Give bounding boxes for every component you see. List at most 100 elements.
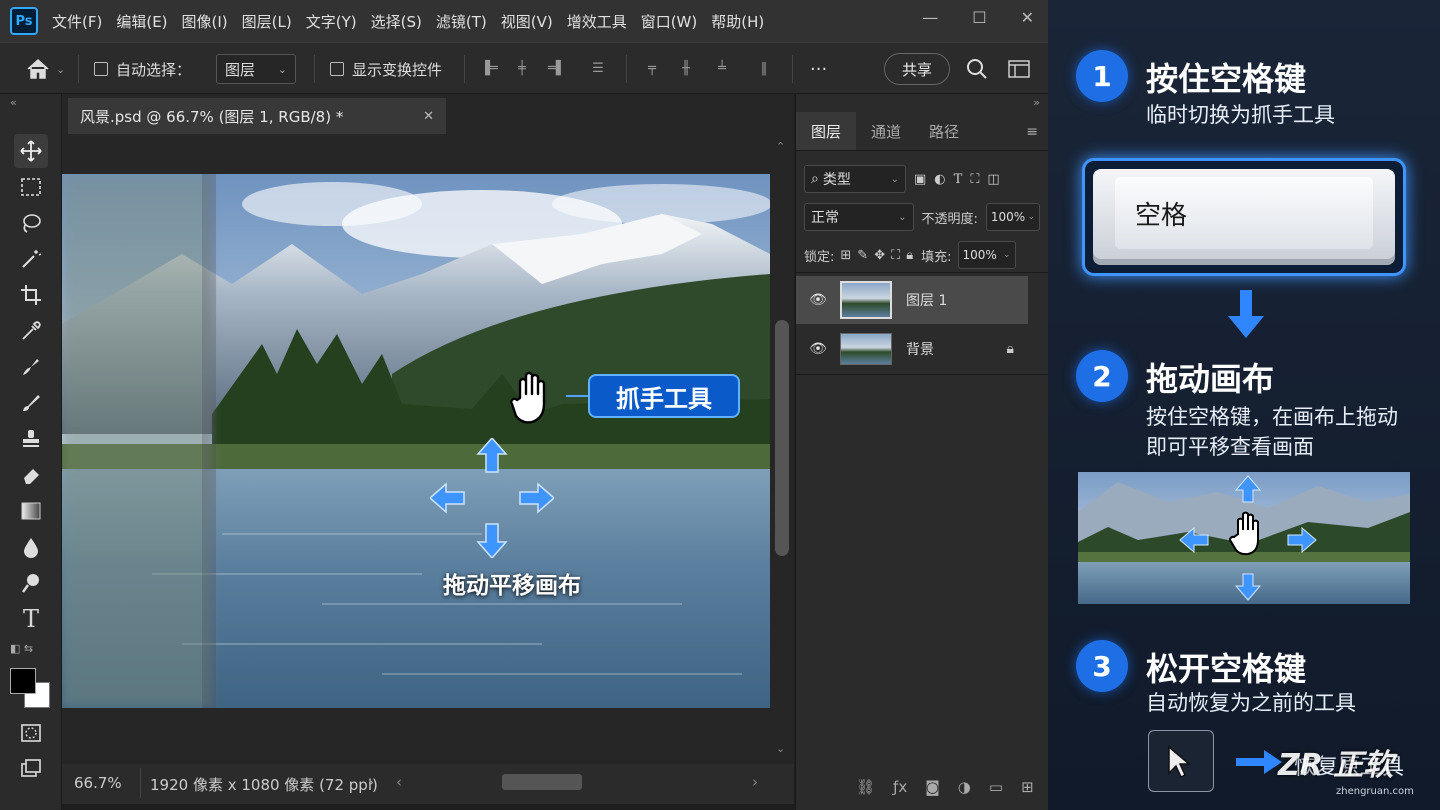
layer-name[interactable]: 图层 1 bbox=[906, 290, 947, 310]
type-tool-icon[interactable]: T bbox=[14, 602, 48, 636]
menu-layer[interactable]: 图层(L) bbox=[242, 11, 292, 32]
swap-colors-icon[interactable]: ◧ ⇆ bbox=[10, 642, 50, 662]
fill-input[interactable]: 100% ⌄ bbox=[957, 241, 1016, 269]
quick-mask-icon[interactable] bbox=[14, 716, 48, 750]
scroll-thumb[interactable] bbox=[775, 320, 789, 556]
eye-icon[interactable]: 👁︎ bbox=[796, 341, 840, 357]
filter-adjustment-icon[interactable]: ◐ bbox=[934, 172, 945, 187]
layer-style-icon[interactable]: ƒx bbox=[893, 778, 907, 796]
align-vcenter-icon[interactable]: ╫ bbox=[678, 61, 694, 77]
arrow-right-icon bbox=[1236, 750, 1282, 774]
menu-plugins[interactable]: 增效工具 bbox=[567, 11, 627, 32]
share-button[interactable]: 共享 bbox=[884, 53, 950, 85]
menu-help[interactable]: 帮助(H) bbox=[711, 11, 764, 32]
crop-tool-icon[interactable] bbox=[14, 278, 48, 312]
panel-menu-icon[interactable]: ≡ bbox=[1026, 124, 1038, 140]
menu-image[interactable]: 图像(I) bbox=[182, 11, 228, 32]
new-group-icon[interactable]: ▭ bbox=[989, 778, 1003, 796]
opacity-label: 不透明度: bbox=[921, 211, 978, 227]
layer-thumbnail bbox=[840, 333, 892, 365]
lock-artboard-icon[interactable]: ⛶ bbox=[891, 248, 900, 263]
menu-edit[interactable]: 编辑(E) bbox=[116, 11, 167, 32]
collapse-icon[interactable]: « bbox=[10, 96, 17, 109]
distribute-icon[interactable]: ☰ bbox=[590, 61, 606, 77]
new-layer-icon[interactable]: ⊞ bbox=[1021, 778, 1034, 796]
search-icon[interactable] bbox=[966, 43, 988, 95]
tab-channels[interactable]: 通道 bbox=[858, 112, 914, 150]
menu-file[interactable]: 文件(F) bbox=[52, 11, 102, 32]
scroll-left-icon[interactable]: ‹ bbox=[396, 773, 402, 791]
layer-row[interactable]: 👁︎ 背景 🔒︎ bbox=[796, 325, 1028, 373]
lock-all-icon[interactable]: 🔒︎ bbox=[906, 248, 913, 263]
scroll-right-icon[interactable]: › bbox=[752, 773, 758, 791]
lasso-tool-icon[interactable] bbox=[14, 206, 48, 240]
filter-shape-icon[interactable]: ⛶ bbox=[970, 172, 979, 187]
status-menu-chevron-icon[interactable]: › bbox=[368, 773, 374, 791]
magic-wand-icon[interactable] bbox=[14, 242, 48, 276]
menu-filter[interactable]: 滤镜(T) bbox=[436, 11, 487, 32]
blend-mode-dropdown[interactable]: 正常 ⌄ bbox=[804, 203, 914, 231]
canvas-area[interactable]: 抓手工具 拖动平移画布 bbox=[62, 134, 772, 764]
eye-icon[interactable]: 👁︎ bbox=[796, 292, 840, 308]
auto-select-dropdown[interactable]: 图层 ⌄ bbox=[216, 54, 296, 84]
eyedropper-icon[interactable] bbox=[14, 314, 48, 348]
show-transform-checkbox[interactable]: 显示变换控件 bbox=[330, 43, 442, 95]
filter-type-icon[interactable]: T bbox=[954, 172, 963, 187]
adjustment-layer-icon[interactable]: ◑ bbox=[958, 778, 971, 796]
minimize-button[interactable]: — bbox=[922, 8, 938, 27]
screen-mode-icon[interactable] bbox=[14, 752, 48, 786]
menu-window[interactable]: 窗口(W) bbox=[641, 11, 698, 32]
document-tab[interactable]: 风景.psd @ 66.7% (图层 1, RGB/8) * ✕ bbox=[68, 98, 446, 134]
dodge-tool-icon[interactable] bbox=[14, 566, 48, 600]
move-tool-icon[interactable] bbox=[14, 134, 48, 168]
gradient-tool-icon[interactable] bbox=[14, 494, 48, 528]
close-button[interactable]: ✕ bbox=[1021, 8, 1034, 27]
zoom-level[interactable]: 66.7% bbox=[74, 774, 122, 792]
align-left-icon[interactable]: ▐═ bbox=[480, 61, 498, 77]
menu-type[interactable]: 文字(Y) bbox=[306, 11, 357, 32]
brush-tool-icon[interactable] bbox=[14, 386, 48, 420]
document-tabs: 风景.psd @ 66.7% (图层 1, RGB/8) * ✕ bbox=[62, 94, 794, 134]
maximize-button[interactable]: ☐ bbox=[972, 8, 986, 27]
opacity-input[interactable]: 100% ⌄ bbox=[985, 203, 1040, 231]
step-2-desc-1: 按住空格键，在画布上拖动 bbox=[1146, 405, 1398, 429]
scroll-up-icon[interactable]: ⌃ bbox=[776, 140, 785, 153]
lock-image-icon[interactable]: ✎ bbox=[857, 248, 868, 263]
align-top-icon[interactable]: ╤ bbox=[644, 61, 660, 77]
auto-select-checkbox[interactable]: 自动选择： bbox=[94, 43, 191, 95]
layer-name[interactable]: 背景 bbox=[906, 339, 934, 359]
tab-paths[interactable]: 路径 bbox=[916, 112, 972, 150]
home-icon[interactable]: ⌄ bbox=[26, 43, 65, 95]
vertical-scrollbar[interactable]: ⌃ ⌄ bbox=[772, 134, 794, 764]
filter-smart-object-icon[interactable]: ◫ bbox=[987, 172, 999, 187]
align-bottom-icon[interactable]: ╧ bbox=[714, 61, 730, 77]
foreground-color-swatch[interactable] bbox=[10, 668, 36, 694]
healing-brush-icon[interactable] bbox=[14, 350, 48, 384]
close-tab-icon[interactable]: ✕ bbox=[423, 109, 434, 124]
panel-collapse-icon[interactable]: » bbox=[1033, 96, 1040, 109]
layer-row[interactable]: 👁︎ 图层 1 bbox=[796, 276, 1028, 324]
workspace-icon[interactable] bbox=[1008, 43, 1030, 95]
horizontal-scroll-thumb[interactable] bbox=[502, 774, 582, 790]
align-right-icon[interactable]: ═▌ bbox=[548, 61, 566, 77]
menu-select[interactable]: 选择(S) bbox=[371, 11, 422, 32]
marquee-tool-icon[interactable] bbox=[14, 170, 48, 204]
link-layers-icon[interactable]: ⛓︎ bbox=[856, 778, 875, 796]
callout-connector bbox=[566, 395, 590, 397]
lock-position-icon[interactable]: ✥ bbox=[874, 248, 885, 263]
blur-tool-icon[interactable] bbox=[14, 530, 48, 564]
more-options-button[interactable]: ··· bbox=[810, 43, 827, 95]
menu-view[interactable]: 视图(V) bbox=[501, 11, 553, 32]
add-mask-icon[interactable]: ◙ bbox=[925, 778, 940, 796]
lock-transparent-icon[interactable]: ⊞ bbox=[840, 248, 851, 263]
filter-pixel-icon[interactable]: ▣ bbox=[914, 172, 926, 187]
scroll-down-icon[interactable]: ⌄ bbox=[776, 742, 785, 755]
photoshop-logo[interactable]: Ps bbox=[10, 7, 38, 35]
distribute-vertical-icon[interactable]: ‖ bbox=[756, 61, 772, 77]
stamp-tool-icon[interactable] bbox=[14, 422, 48, 456]
tab-layers[interactable]: 图层 bbox=[796, 112, 856, 150]
eraser-icon[interactable] bbox=[14, 458, 48, 492]
layer-filter-dropdown[interactable]: ⌕ 类型 ⌄ bbox=[804, 165, 906, 193]
align-hcenter-icon[interactable]: ╪ bbox=[514, 61, 530, 77]
landscape-image[interactable] bbox=[62, 174, 770, 708]
